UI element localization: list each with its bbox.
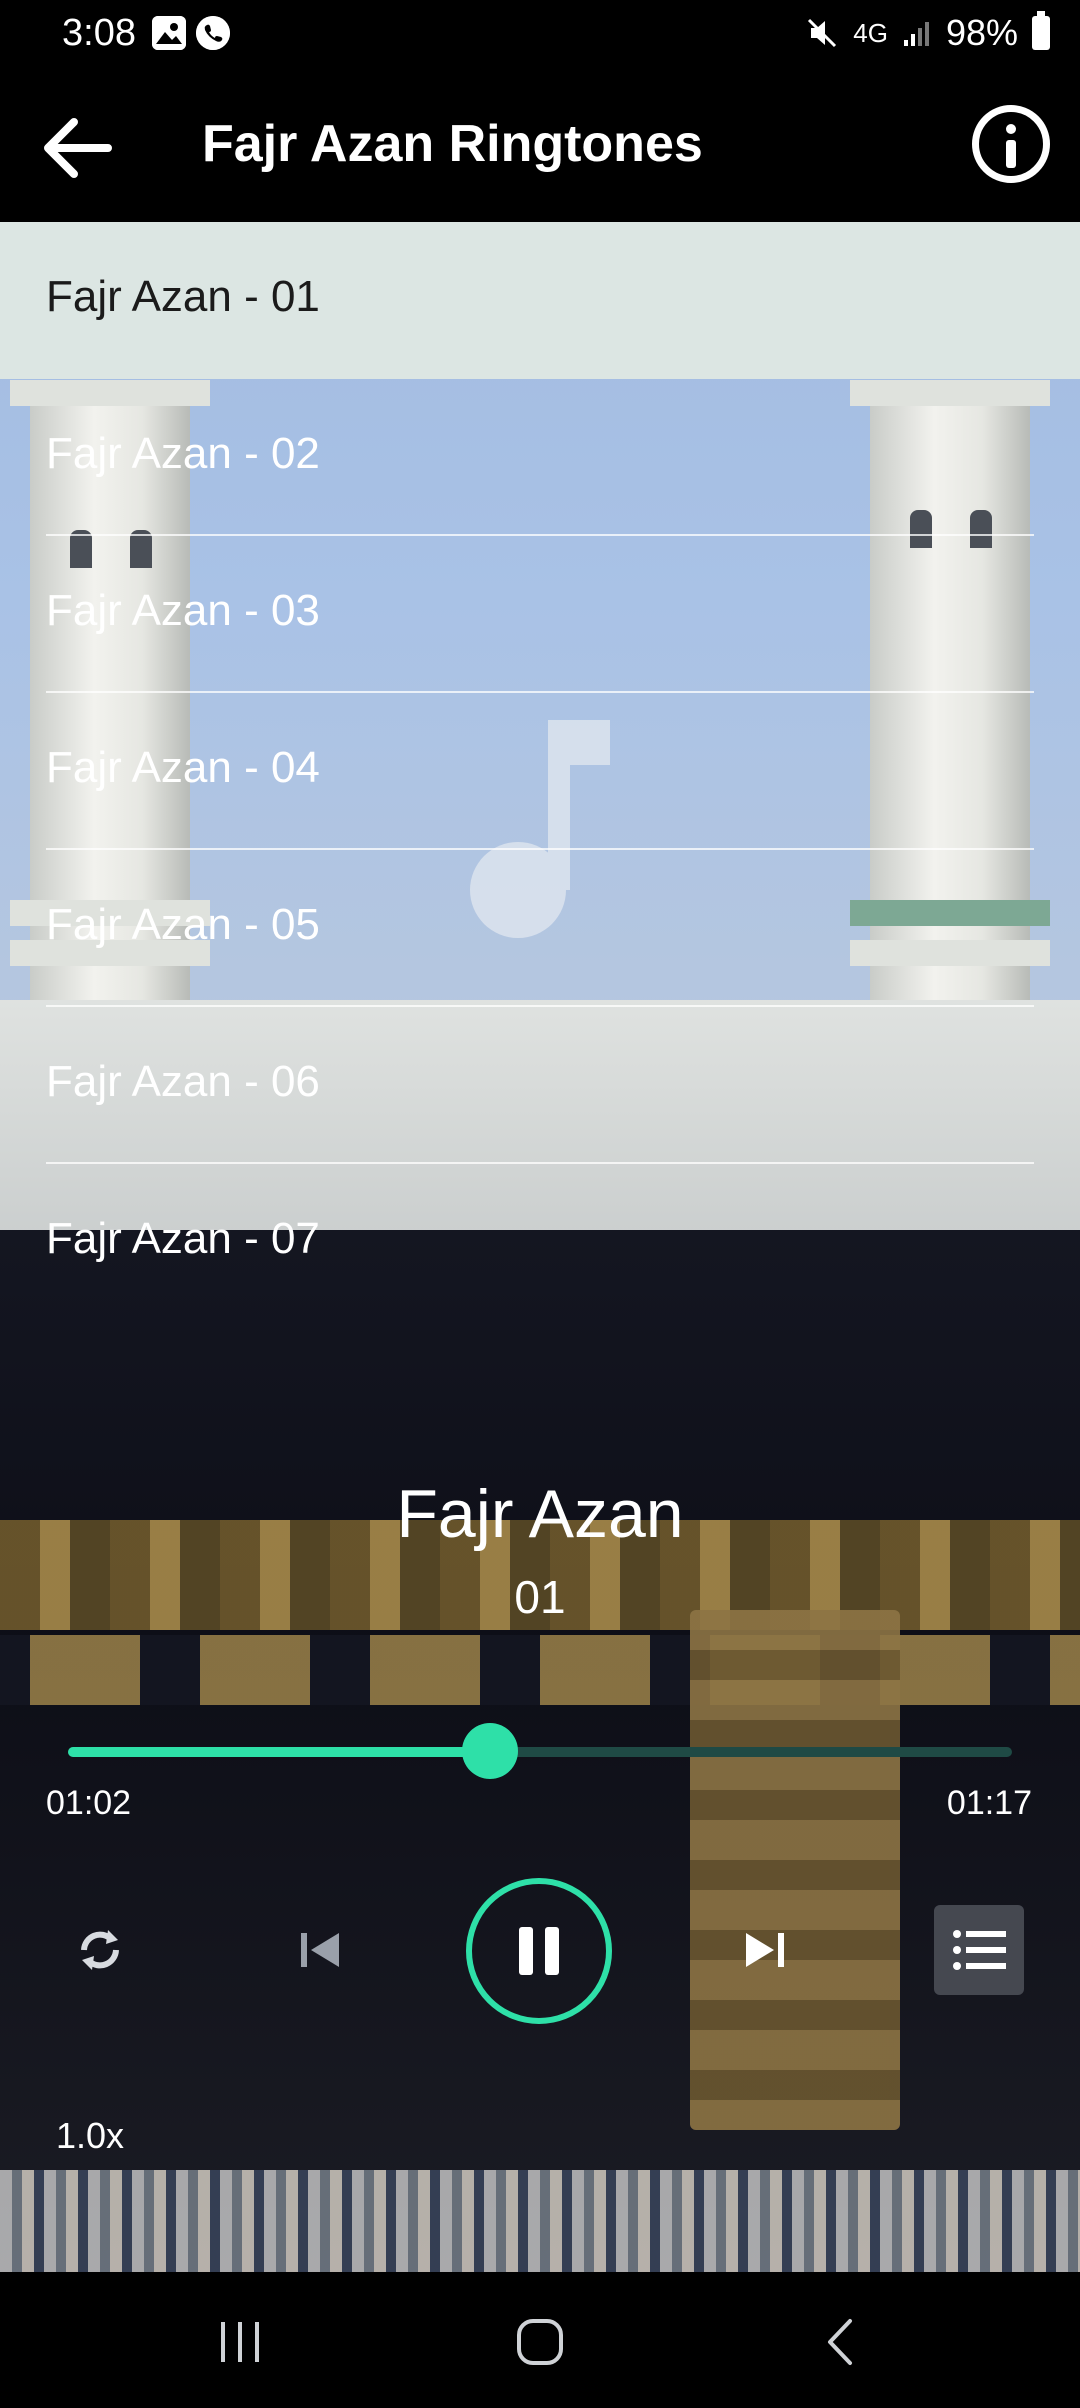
status-time: 3:08 — [62, 12, 136, 54]
current-time: 01:02 — [46, 1784, 132, 1822]
playback-speed[interactable]: 1.0x — [56, 2115, 124, 2157]
track-label: Fajr Azan - 04 — [46, 743, 320, 792]
repeat-button[interactable] — [65, 1915, 135, 1985]
seek-bar-thumb[interactable] — [461, 1723, 518, 1779]
signal-icon — [903, 22, 929, 46]
info-icon[interactable] — [972, 105, 1050, 183]
duration: 01:17 — [946, 1784, 1032, 1822]
previous-button[interactable] — [285, 1920, 355, 1980]
seek-bar-progress — [68, 1747, 490, 1757]
track-label: Fajr Azan - 05 — [46, 900, 320, 949]
track-label: Fajr Azan - 03 — [46, 586, 320, 635]
track-item[interactable]: Fajr Azan - 07 — [0, 1164, 1080, 1321]
next-icon — [746, 1933, 784, 1967]
track-item[interactable]: Fajr Azan - 06 — [0, 1007, 1080, 1164]
track-label: Fajr Azan - 06 — [46, 1057, 320, 1106]
track-list: Fajr Azan - 01 Fajr Azan - 02 Fajr Azan … — [0, 222, 1080, 1321]
track-item[interactable]: Fajr Azan - 03 — [0, 536, 1080, 693]
pause-button[interactable] — [466, 1878, 612, 2024]
track-label: Fajr Azan - 01 — [46, 272, 320, 321]
previous-icon — [301, 1933, 339, 1967]
seek-bar[interactable] — [68, 1723, 1012, 1779]
navigation-bar — [0, 2272, 1080, 2408]
track-item[interactable]: Fajr Azan - 04 — [0, 693, 1080, 850]
track-item[interactable]: Fajr Azan - 01 — [0, 222, 1080, 379]
track-label: Fajr Azan - 02 — [46, 429, 320, 478]
battery-icon — [1032, 11, 1050, 50]
playlist-button[interactable] — [934, 1905, 1024, 1995]
image-icon — [152, 16, 186, 50]
playlist-icon — [953, 1930, 1006, 1970]
kaaba-door — [690, 1610, 900, 2130]
repeat-icon — [81, 1930, 119, 1970]
track-item[interactable]: Fajr Azan - 05 — [0, 850, 1080, 1007]
track-label: Fajr Azan - 07 — [46, 1214, 320, 1263]
now-playing-title: Fajr Azan — [396, 1476, 684, 1552]
back-icon[interactable] — [800, 2312, 880, 2372]
pause-icon — [519, 1927, 559, 1975]
crowd — [0, 2170, 1080, 2272]
now-playing-subtitle: 01 — [514, 1571, 566, 1623]
kaaba-gold-band-lower — [0, 1635, 1080, 1705]
notification-icons — [152, 16, 230, 50]
recent-apps-icon[interactable] — [200, 2312, 280, 2372]
call-icon — [196, 16, 230, 50]
home-icon[interactable] — [500, 2312, 580, 2372]
status-bar: 3:08 4G 98% — [0, 0, 1080, 70]
back-arrow-icon[interactable] — [38, 108, 118, 188]
battery-percent: 98% — [945, 12, 1018, 53]
mute-icon — [808, 18, 837, 48]
status-right: 4G 98% — [805, 11, 1050, 54]
page-title: Fajr Azan Ringtones — [202, 115, 703, 173]
network-type: 4G — [853, 17, 888, 48]
next-button[interactable] — [730, 1920, 800, 1980]
app-bar: Fajr Azan Ringtones — [0, 70, 1080, 222]
track-item[interactable]: Fajr Azan - 02 — [0, 379, 1080, 536]
